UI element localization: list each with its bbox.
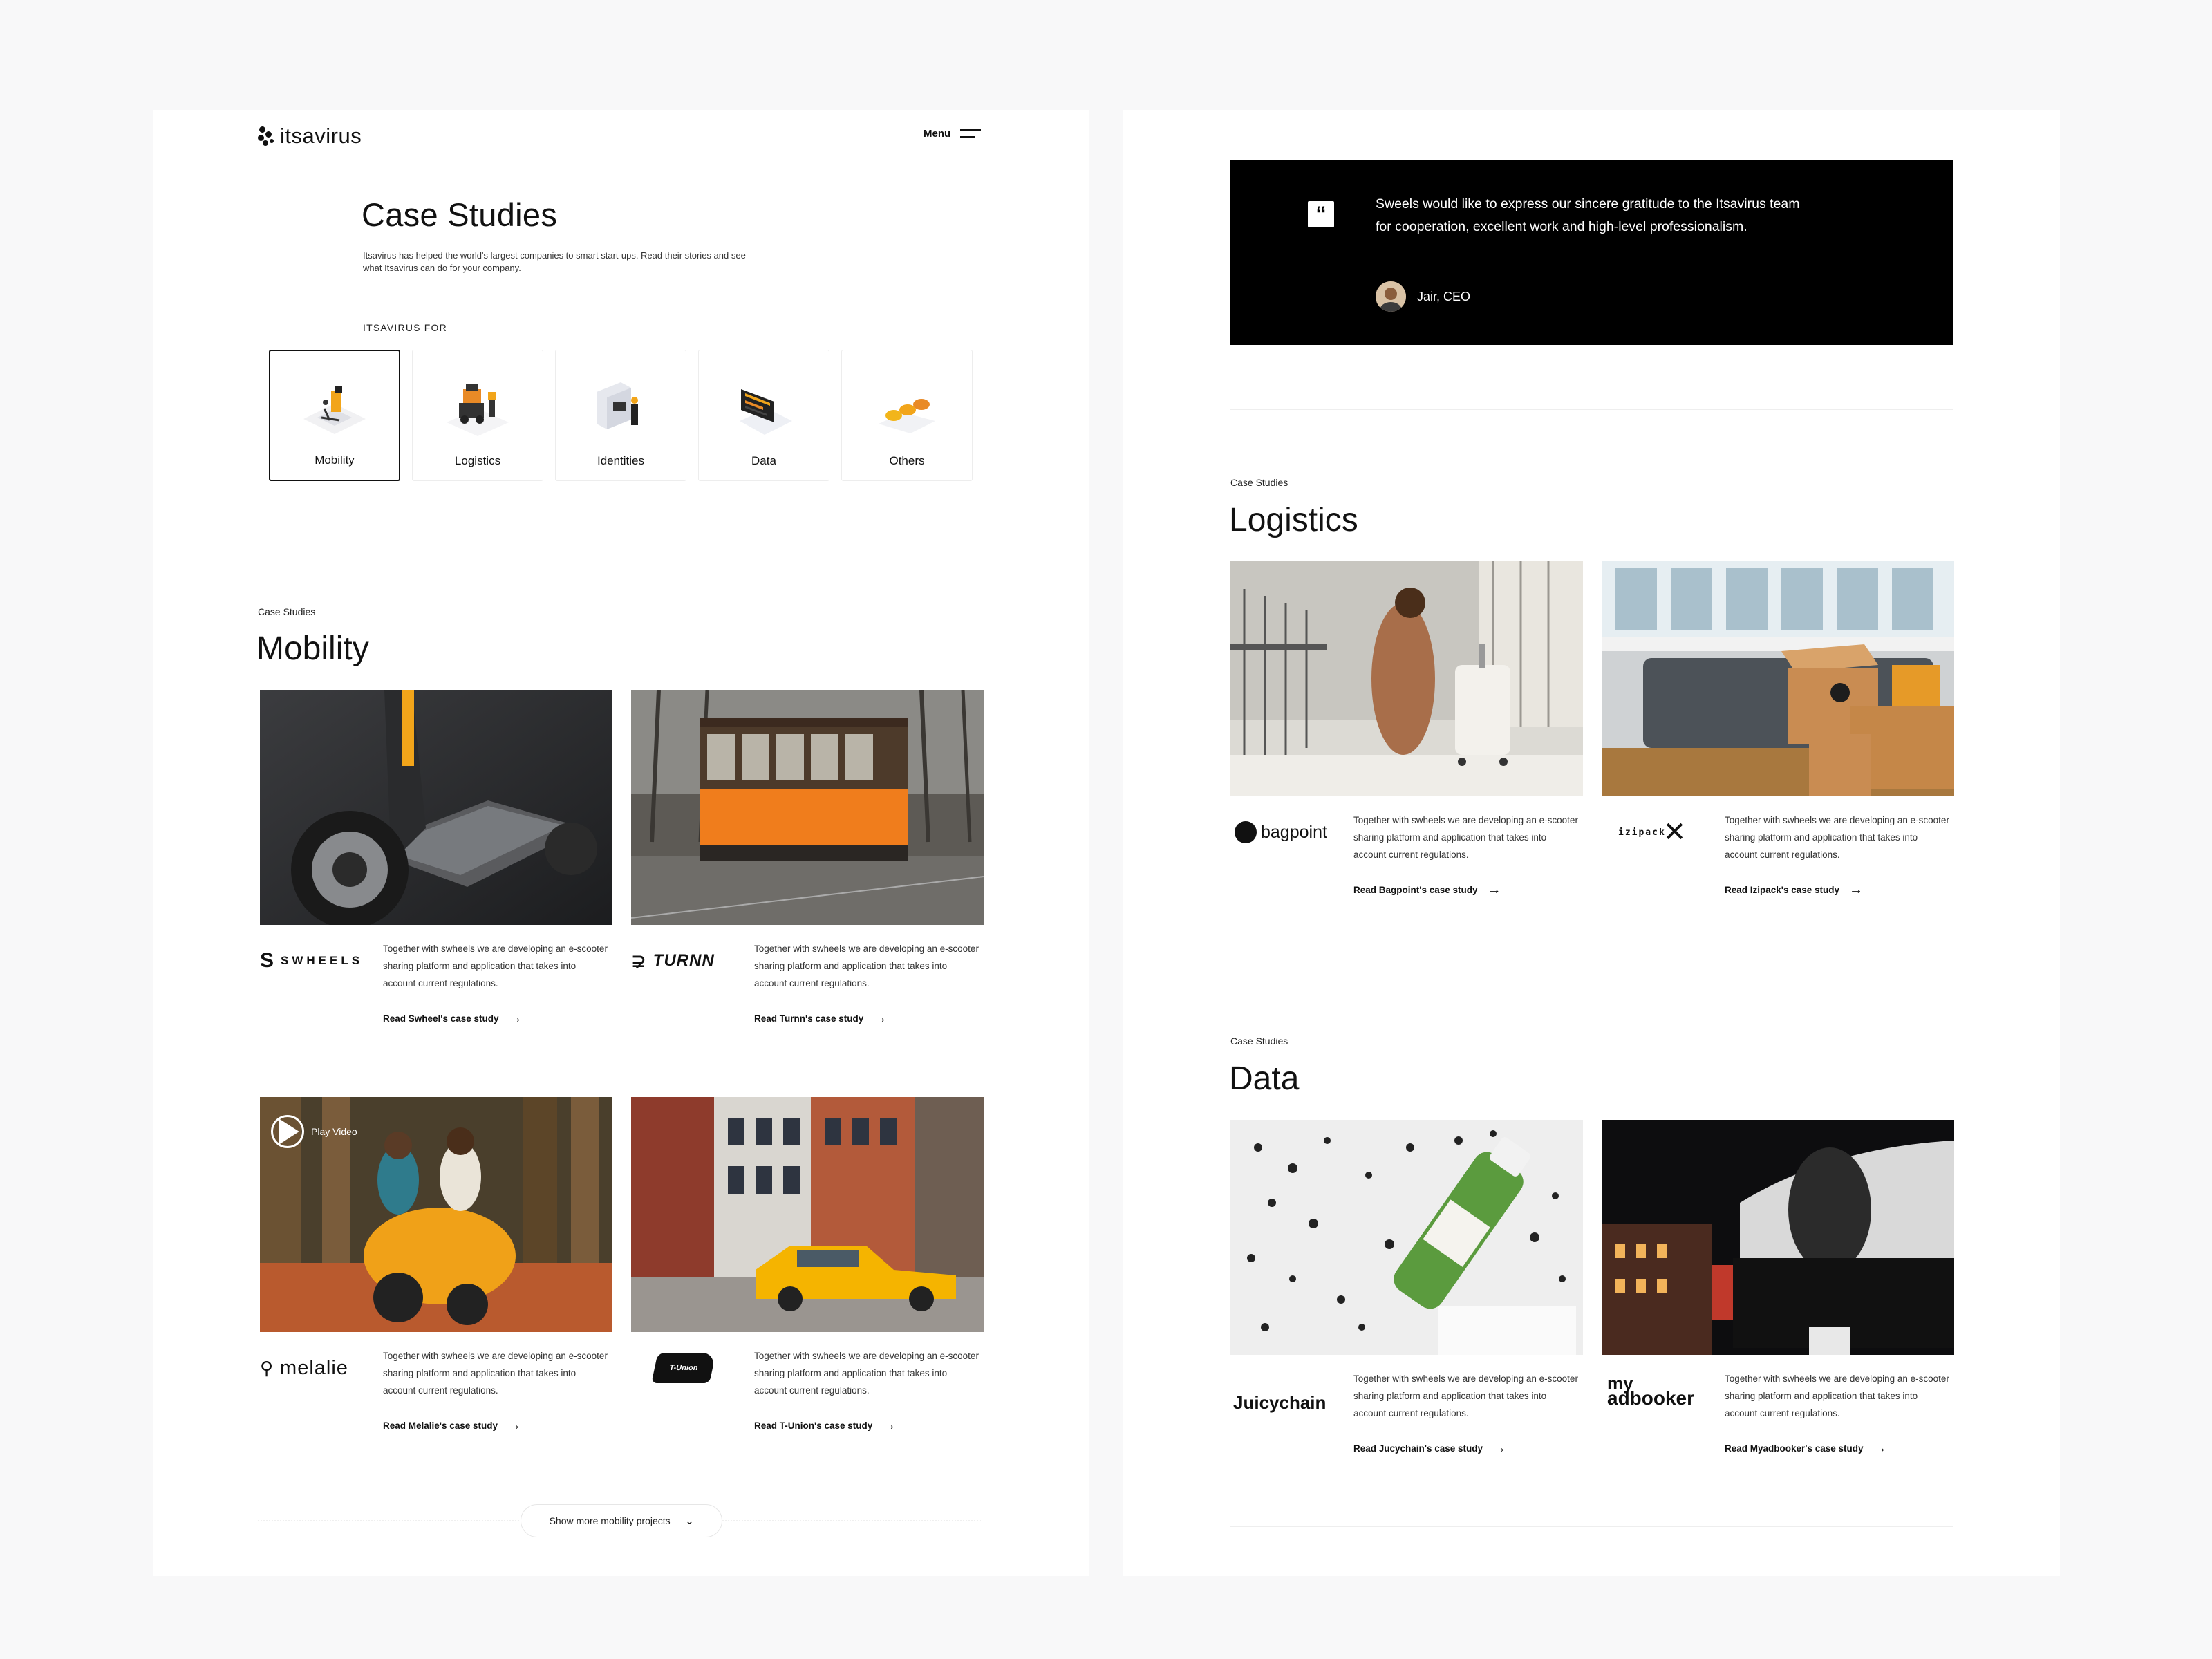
read-case-study-link[interactable]: Read Melalie's case study → xyxy=(383,1418,521,1434)
card-description: Together with swheels we are developing … xyxy=(1725,1374,1949,1418)
card-image-tram[interactable] xyxy=(631,690,984,925)
arrow-right-icon: → xyxy=(873,1011,888,1026)
category-identities[interactable]: Identities xyxy=(555,350,686,481)
logo-text: itsavirus xyxy=(280,124,362,148)
arrow-right-icon: → xyxy=(507,1418,522,1433)
logo-dots-icon xyxy=(258,125,276,147)
card-description: Together with swheels we are developing … xyxy=(383,944,608,988)
chevron-down-icon: ⌄ xyxy=(685,1515,694,1526)
card-description: Together with swheels we are developing … xyxy=(1353,815,1578,860)
case-studies-page: itsavirus Menu Case Studies Itsavirus ha… xyxy=(153,110,1089,1576)
logistics-illustration-icon xyxy=(447,384,509,436)
testimonial-author: Jair, CEO xyxy=(1376,281,1470,312)
category-label: Identities xyxy=(597,454,645,467)
case-card-swheels: S SWHEELS Together with swheels we are d… xyxy=(260,690,612,1026)
data-title: Data xyxy=(1229,1060,1300,1097)
read-case-study-link[interactable]: Read Jucychain's case study → xyxy=(1353,1441,1506,1456)
brand-logo-myadbooker: my adbooker xyxy=(1607,1373,1695,1409)
show-more-button[interactable]: Show more mobility projects ⌄ xyxy=(521,1504,722,1537)
arrow-right-icon: → xyxy=(1849,882,1864,897)
swheels-logo-icon: S xyxy=(260,949,274,972)
data-illustration-icon xyxy=(740,389,792,435)
turnn-logo-icon: ⊋ xyxy=(631,950,646,971)
arrow-right-icon: → xyxy=(508,1011,523,1026)
brand-logo-turnn: ⊋ TURNN xyxy=(631,950,715,971)
case-studies-page-continued: “ Sweels would like to express our since… xyxy=(1123,110,2060,1576)
page-title: Case Studies xyxy=(362,196,558,233)
location-pin-icon: ⚲ xyxy=(260,1357,274,1378)
card-image-scooter[interactable] xyxy=(260,690,612,925)
card-image-billboard[interactable] xyxy=(1602,1120,1954,1355)
testimonial-text: Sweels would like to express our sincere… xyxy=(1376,196,1800,234)
case-card-bagpoint: bagpoint Together with swheels we are de… xyxy=(1230,561,1583,897)
avatar xyxy=(1376,281,1406,312)
card-description: Together with swheels we are developing … xyxy=(1725,815,1949,860)
menu-button[interactable]: Menu xyxy=(924,128,982,140)
case-card-izipack: izipack ✕ Together with swheels we are d… xyxy=(1602,561,1954,897)
brand-logo-izipack: izipack ✕ xyxy=(1618,817,1687,847)
card-description: Together with swheels we are developing … xyxy=(1353,1374,1578,1418)
brand-logo-swheels: S SWHEELS xyxy=(260,949,364,972)
hamburger-icon xyxy=(960,129,982,139)
brand-logo-melalie: ⚲ melalie xyxy=(260,1356,348,1379)
category-label: Logistics xyxy=(454,454,501,467)
category-data[interactable]: Data xyxy=(698,350,830,481)
izipack-x-icon: ✕ xyxy=(1662,817,1687,847)
logistics-title: Logistics xyxy=(1229,502,1358,538)
case-card-t-union: T-Union Together with swheels we are dev… xyxy=(631,1097,984,1433)
read-case-study-link[interactable]: Read Myadbooker's case study → xyxy=(1725,1441,1887,1456)
case-card-juicychain: Juicychain Together with swheels we are … xyxy=(1230,1120,1583,1456)
category-label: Data xyxy=(751,454,776,467)
brand-logo-juicychain: Juicychain xyxy=(1233,1391,1327,1413)
brand-logo-t-union: T-Union xyxy=(631,1347,749,1389)
categories-label: ITSAVIRUS FOR xyxy=(363,322,447,333)
author-name: Jair, CEO xyxy=(1417,289,1471,303)
card-description: Together with swheels we are developing … xyxy=(754,944,979,988)
menu-label: Menu xyxy=(924,128,951,140)
play-video-button[interactable]: Play Video xyxy=(271,1115,357,1148)
category-mobility[interactable]: Mobility xyxy=(269,350,400,481)
identities-illustration-icon xyxy=(597,382,638,429)
card-image-boxes[interactable] xyxy=(1602,561,1954,796)
play-video-label: Play Video xyxy=(311,1126,357,1137)
card-description: Together with swheels we are developing … xyxy=(754,1351,979,1396)
category-others[interactable]: Others xyxy=(841,350,973,481)
case-card-turnn: ⊋ TURNN Together with swheels we are dev… xyxy=(631,690,984,1026)
play-icon xyxy=(271,1115,304,1148)
read-case-study-link[interactable]: Read Turnn's case study → xyxy=(754,1011,887,1027)
divider xyxy=(1230,409,1953,410)
category-logistics[interactable]: Logistics xyxy=(412,350,543,481)
divider xyxy=(1230,1526,1953,1527)
case-card-melalie: Play Video ⚲ melalie Together with swhee… xyxy=(260,1097,612,1433)
t-union-logo-icon: T-Union xyxy=(651,1353,716,1383)
card-image-scooter-riders[interactable]: Play Video xyxy=(260,1097,612,1332)
read-case-study-link[interactable]: Read T-Union's case study → xyxy=(754,1418,896,1434)
case-card-myadbooker: my adbooker Together with swheels we are… xyxy=(1602,1120,1954,1456)
arrow-right-icon: → xyxy=(882,1418,897,1433)
mobility-title: Mobility xyxy=(256,630,369,667)
others-illustration-icon xyxy=(879,399,935,433)
mobility-illustration-icon xyxy=(303,386,366,434)
arrow-right-icon: → xyxy=(1487,882,1501,897)
card-image-taxi[interactable] xyxy=(631,1097,984,1332)
bagpoint-logo-icon xyxy=(1235,821,1257,843)
card-image-traveler[interactable] xyxy=(1230,561,1583,796)
page-intro: Itsavirus has helped the world's largest… xyxy=(363,250,746,273)
testimonial-block: “ Sweels would like to express our since… xyxy=(1230,160,1953,345)
brand-logo-bagpoint: bagpoint xyxy=(1230,812,1348,853)
card-image-juice-bottle[interactable] xyxy=(1230,1120,1583,1355)
read-case-study-link[interactable]: Read Swheel's case study → xyxy=(383,1011,523,1027)
quote-icon: “ xyxy=(1308,201,1334,227)
read-case-study-link[interactable]: Read Bagpoint's case study → xyxy=(1353,882,1501,898)
itsavirus-logo[interactable]: itsavirus xyxy=(258,124,362,149)
logistics-eyebrow: Case Studies xyxy=(1230,477,1288,488)
mobility-eyebrow: Case Studies xyxy=(258,606,316,617)
card-description: Together with swheels we are developing … xyxy=(383,1351,608,1396)
read-case-study-link[interactable]: Read Izipack's case study → xyxy=(1725,882,1863,898)
category-label: Mobility xyxy=(315,453,355,467)
arrow-right-icon: → xyxy=(1873,1441,1887,1456)
category-label: Others xyxy=(889,454,925,467)
data-eyebrow: Case Studies xyxy=(1230,1035,1288,1047)
arrow-right-icon: → xyxy=(1492,1441,1507,1456)
